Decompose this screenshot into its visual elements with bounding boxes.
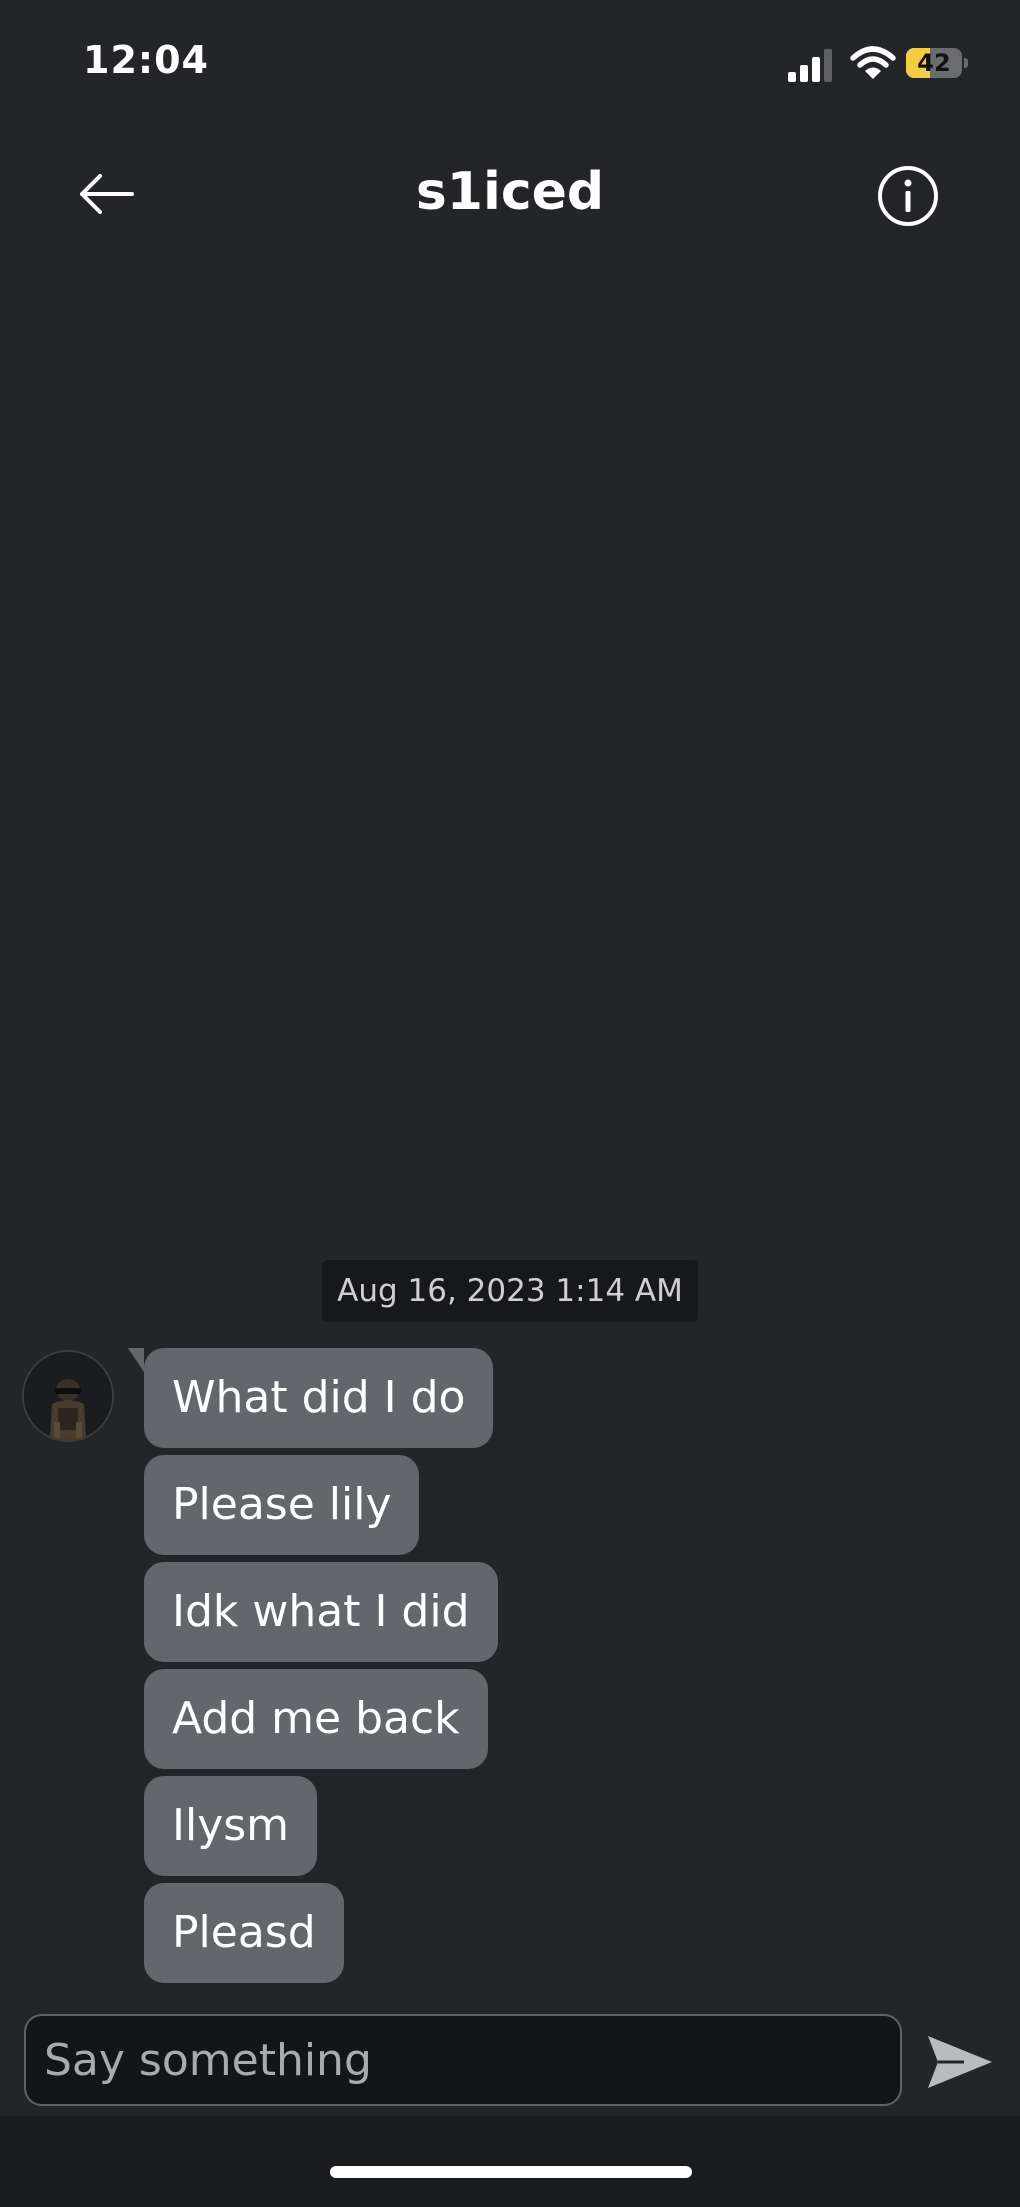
- battery-cap: [964, 58, 968, 68]
- back-button[interactable]: [70, 166, 150, 222]
- status-time: 12:04: [83, 38, 209, 82]
- conversation-header: s1iced: [0, 140, 1020, 250]
- status-icons: 42: [788, 44, 974, 84]
- bubble-tail: [128, 1348, 144, 1372]
- status-bar: 12:04 42: [0, 0, 1020, 130]
- conversation-title: s1iced: [415, 162, 605, 222]
- date-separator: Aug 16, 2023 1:14 AM: [322, 1260, 698, 1322]
- messages-area[interactable]: Aug 16, 2023 1:14 AM What did I do Pleas…: [0, 250, 1020, 2000]
- cellular-signal-icon: [788, 49, 832, 82]
- send-button[interactable]: [924, 2026, 996, 2098]
- message-bubble[interactable]: Please lily: [144, 1455, 420, 1555]
- info-icon: [878, 166, 938, 226]
- message-bubble[interactable]: Ilysm: [144, 1776, 318, 1876]
- arrow-left-icon: [80, 174, 134, 214]
- battery-icon: 42: [906, 48, 968, 78]
- wifi-icon: [850, 46, 896, 79]
- home-indicator[interactable]: [330, 2166, 692, 2178]
- message-bubble[interactable]: Pleasd: [144, 1883, 344, 1983]
- bottom-bar: [0, 2116, 1020, 2207]
- message-bubble[interactable]: Add me back: [144, 1669, 488, 1769]
- send-icon: [928, 2036, 992, 2088]
- composer-bar: [0, 2004, 1020, 2114]
- battery-level: 42: [917, 49, 951, 77]
- message-input[interactable]: [24, 2014, 902, 2106]
- message-bubble[interactable]: Idk what I did: [144, 1562, 498, 1662]
- message-bubble[interactable]: What did I do: [144, 1348, 494, 1448]
- avatar-figure-icon: [24, 1352, 112, 1440]
- info-button[interactable]: [876, 164, 940, 228]
- sender-avatar[interactable]: [22, 1350, 114, 1442]
- battery-body: 42: [906, 48, 962, 78]
- message-list: What did I do Please lily Idk what I did…: [144, 1348, 904, 1990]
